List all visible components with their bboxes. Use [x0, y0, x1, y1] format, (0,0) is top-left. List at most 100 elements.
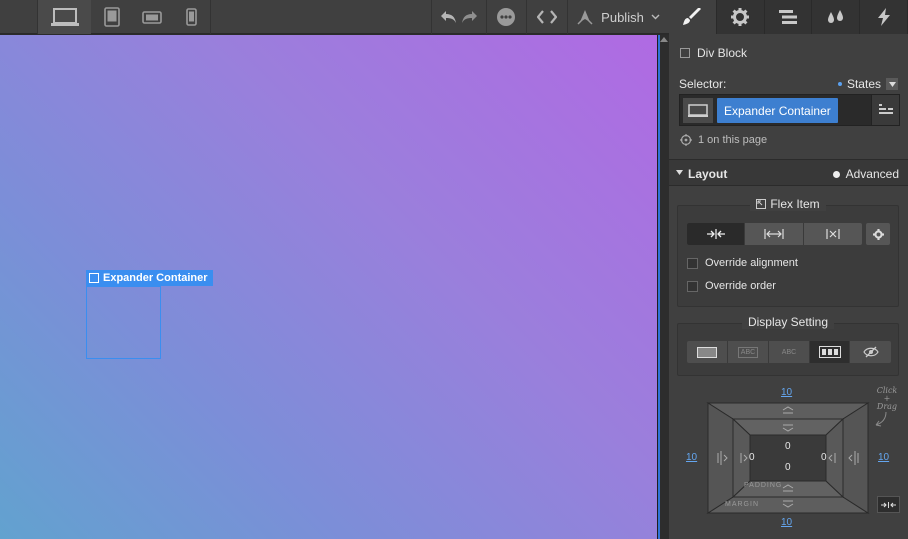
tablet-view-button[interactable]: [93, 0, 131, 34]
selected-element-tag[interactable]: Expander Container: [86, 270, 213, 286]
tab-lightning[interactable]: [860, 0, 908, 34]
flex-shrink-button[interactable]: [687, 223, 745, 245]
margin-bottom-value[interactable]: 10: [781, 517, 792, 528]
element-type-label: Div Block: [697, 46, 748, 60]
flex-item-title: Flex Item: [678, 197, 898, 211]
override-alignment-row[interactable]: Override alignment: [687, 257, 798, 269]
mobile-landscape-view-button[interactable]: [133, 0, 171, 34]
layout-section-header[interactable]: Layout Advanced: [669, 159, 908, 186]
design-canvas[interactable]: Expander Container: [0, 35, 657, 539]
redo-icon: [462, 11, 477, 23]
redo-button[interactable]: [458, 0, 480, 34]
states-label: States: [846, 77, 881, 91]
box-model-editor: 10 10 10 10 0 0 0 0 PADDING MARGIN Click…: [677, 383, 900, 533]
display-none-button[interactable]: [850, 341, 891, 363]
selector-menu-button[interactable]: [871, 95, 899, 125]
flex-grow-button[interactable]: [745, 223, 804, 245]
selected-element-label: Expander Container: [103, 272, 208, 284]
gear-icon: [872, 228, 884, 240]
eye-hidden-icon: [862, 346, 879, 358]
margin-caption: MARGIN: [725, 501, 759, 508]
display-setting-title: Display Setting: [678, 315, 898, 329]
comments-button[interactable]: [487, 0, 525, 34]
flex-settings-button[interactable]: [866, 223, 890, 245]
display-flex-icon: [818, 346, 841, 358]
mobile-portrait-view-button[interactable]: [172, 0, 210, 34]
no-flex-icon: [826, 229, 840, 239]
tablet-icon: [104, 7, 120, 27]
padding-left-value[interactable]: 0: [749, 452, 755, 463]
toggle-dot-icon: [832, 170, 840, 178]
flex-item-icon: [756, 199, 767, 209]
list-menu-icon: [878, 104, 893, 114]
box-model-link-button[interactable]: [877, 496, 900, 513]
click-drag-hint: Click + Drag: [876, 386, 898, 411]
mobile-landscape-icon: [142, 10, 162, 24]
divider: [431, 0, 432, 34]
publish-button[interactable]: Publish: [568, 0, 668, 34]
hint-arrow-icon: [875, 411, 887, 427]
code-icon: [537, 10, 557, 24]
display-inline-button[interactable]: ABC: [769, 341, 810, 363]
divider: [210, 0, 211, 34]
tab-interactions[interactable]: [812, 0, 861, 34]
top-toolbar: Publish: [0, 0, 669, 34]
publish-label: Publish: [601, 9, 644, 25]
tab-style[interactable]: [669, 0, 717, 34]
padding-bottom-value[interactable]: 0: [785, 462, 791, 473]
margin-left-value[interactable]: 10: [686, 452, 697, 463]
box-model-graphic: [706, 402, 870, 514]
code-export-button[interactable]: [527, 0, 567, 34]
mobile-portrait-icon: [185, 8, 197, 26]
display-block-button[interactable]: [687, 341, 728, 363]
padding-top-value[interactable]: 0: [785, 441, 791, 452]
states-dropdown[interactable]: States: [837, 77, 898, 91]
override-alignment-label: Override alignment: [705, 257, 798, 269]
display-segmented-control: ABC ABC: [687, 341, 891, 363]
tab-navigator[interactable]: [765, 0, 813, 34]
target-icon: [680, 134, 692, 146]
chevron-down-icon: [651, 14, 660, 20]
navigator-icon: [778, 10, 797, 24]
selected-element-outline[interactable]: [86, 286, 161, 359]
style-panel: Div Block Selector: States Expander Cont…: [669, 0, 908, 539]
margin-top-value[interactable]: 10: [781, 387, 792, 398]
caret-down-icon: [676, 170, 683, 175]
padding-caption: PADDING: [744, 482, 783, 489]
override-order-row[interactable]: Override order: [687, 280, 776, 292]
selector-row: Selector: States: [669, 77, 908, 91]
flex-item-group: Flex Item Override alignment Override or…: [677, 197, 899, 307]
states-chevron-icon: [886, 78, 898, 90]
scroll-up-arrow-icon[interactable]: [660, 37, 668, 42]
collapse-arrows-icon: [881, 501, 896, 508]
div-block-icon: [89, 273, 99, 283]
advanced-toggle[interactable]: Advanced: [832, 167, 899, 181]
breakpoint-desktop-icon[interactable]: [683, 98, 713, 123]
tab-settings[interactable]: [717, 0, 765, 34]
element-type-row: Div Block: [669, 46, 908, 60]
display-block-icon: [697, 346, 717, 358]
inline-block-icon: ABC: [737, 346, 759, 358]
flex-none-button[interactable]: [804, 223, 862, 245]
padding-right-value[interactable]: 0: [821, 452, 827, 463]
states-dot-icon: [837, 82, 842, 86]
inline-icon: ABC: [781, 348, 797, 356]
comments-icon: [497, 8, 515, 26]
desktop-icon: [50, 8, 79, 26]
display-inline-block-button[interactable]: ABC: [728, 341, 769, 363]
canvas-scrollbar[interactable]: [657, 35, 669, 539]
selector-field[interactable]: Expander Container: [679, 94, 900, 126]
canvas-edge-highlight: [658, 35, 660, 539]
publish-rocket-icon: [577, 10, 593, 25]
selector-chip[interactable]: Expander Container: [717, 98, 838, 123]
flex-sizing-segmented-control: [687, 223, 862, 245]
display-flex-button[interactable]: [810, 341, 850, 363]
panel-tabs: [669, 0, 908, 34]
grow-arrows-icon: [764, 229, 784, 239]
margin-right-value[interactable]: 10: [878, 452, 889, 463]
override-alignment-checkbox[interactable]: [687, 257, 698, 269]
style-brush-icon: [683, 8, 702, 25]
undo-button[interactable]: [438, 0, 460, 34]
override-order-checkbox[interactable]: [687, 280, 698, 292]
desktop-view-button[interactable]: [38, 0, 91, 34]
